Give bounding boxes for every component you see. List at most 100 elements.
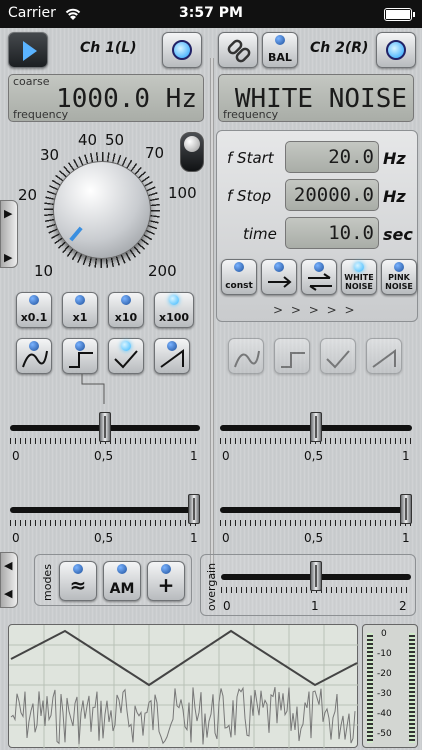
- frequency-knob[interactable]: [44, 152, 160, 268]
- scope-noise-trace: [10, 686, 356, 745]
- bottom-side-scroll[interactable]: ◀ ◀: [0, 552, 18, 608]
- toggle-thumb: [184, 136, 200, 152]
- ch2-wave-sine-button[interactable]: [228, 338, 264, 374]
- mode-am-button[interactable]: AM: [103, 561, 141, 601]
- mode-add-button[interactable]: +: [147, 561, 185, 601]
- overgain-scale-2: 2: [399, 599, 407, 613]
- f-stop-unit: Hz: [383, 187, 406, 206]
- balance-button[interactable]: BAL: [262, 32, 298, 68]
- ch2-s1-scale-1: 1: [402, 449, 410, 463]
- meter-0: 0: [381, 629, 387, 639]
- wave-sine-button[interactable]: [16, 338, 52, 374]
- ch1-frequency-display[interactable]: coarse 1000.0 Hz frequency: [8, 74, 204, 122]
- time-label: time: [243, 225, 277, 243]
- led-on-icon: [354, 262, 364, 272]
- link-channels-button[interactable]: [218, 32, 258, 68]
- time-field[interactable]: 10.0: [285, 217, 379, 249]
- knob-scale-70: 70: [145, 144, 165, 162]
- slider-thumb[interactable]: [188, 494, 200, 524]
- overgain-scale-0: 0: [223, 599, 231, 613]
- slider-thumb[interactable]: [310, 561, 322, 591]
- ch2-lcd-bottom-label: frequency: [223, 108, 279, 121]
- meter-40: -40: [377, 709, 392, 719]
- battery-icon: [384, 8, 415, 21]
- channel-divider: [210, 58, 214, 578]
- overgain-label: overgain: [205, 562, 218, 611]
- ch2-wave-square-button[interactable]: [274, 338, 310, 374]
- knob-cap: [53, 161, 151, 259]
- f-start-label: f Start: [227, 149, 274, 167]
- ch2-slider-2[interactable]: [220, 494, 412, 528]
- f-start-unit: Hz: [383, 149, 406, 168]
- multiplier-x100-button[interactable]: x100: [154, 292, 194, 328]
- pink-noise-button[interactable]: PINK NOISE: [381, 259, 417, 295]
- multiplier-x0.1-button[interactable]: x0.1: [16, 292, 52, 328]
- arrow-left-icon: ◀: [4, 559, 13, 572]
- sawtooth-wave-icon: [160, 349, 184, 368]
- knob-scale-100: 100: [168, 184, 197, 202]
- led-icon: [121, 295, 131, 305]
- f-stop-field[interactable]: 20000.0: [285, 179, 379, 211]
- ch2-signal-display[interactable]: WHITE NOISE frequency: [218, 74, 414, 122]
- wave-square-button[interactable]: [62, 338, 98, 374]
- ch2-output-button[interactable]: [376, 32, 416, 68]
- wave-sawtooth-button[interactable]: [154, 338, 190, 374]
- led-on-icon: [169, 295, 179, 305]
- sine-wave-icon: [22, 350, 48, 368]
- ch1-lcd-bottom-label: frequency: [13, 108, 69, 121]
- ch2-s2-scale-1: 1: [402, 531, 410, 545]
- ch2-wave-triangle-button[interactable]: [320, 338, 356, 374]
- play-ch1-button[interactable]: [8, 32, 48, 68]
- knob-scale-40: 40: [78, 131, 98, 149]
- multiplier-x1-button[interactable]: x1: [62, 292, 98, 328]
- sweep-updown-arrow-icon: [308, 273, 332, 291]
- sweep-arrows: > > > > >: [273, 303, 357, 317]
- triangle-wave-icon: [326, 350, 350, 369]
- ch1-lcd-value: 1000.0 Hz: [56, 84, 197, 114]
- sawtooth-wave-icon: [372, 349, 396, 368]
- mode-mix-button[interactable]: ≈: [59, 561, 97, 601]
- sweep-up-button[interactable]: [261, 259, 297, 295]
- wave-triangle-button[interactable]: [108, 338, 144, 374]
- meter-10: -10: [377, 649, 392, 659]
- ch1-slider-2[interactable]: [10, 494, 200, 528]
- sweep-updown-button[interactable]: [301, 259, 337, 295]
- meter-50: -50: [377, 729, 392, 739]
- led-icon: [234, 262, 244, 272]
- led-icon: [75, 295, 85, 305]
- slider-thumb[interactable]: [310, 412, 322, 442]
- f-start-field[interactable]: 20.0: [285, 141, 379, 173]
- ch1-slider-1[interactable]: [10, 412, 200, 446]
- ch2-slider-1[interactable]: [220, 412, 412, 446]
- slider-track: [10, 507, 200, 513]
- white-noise-button[interactable]: WHITE NOISE: [341, 259, 377, 295]
- ch1-output-led-icon: [172, 40, 192, 60]
- time-unit: sec: [383, 225, 413, 244]
- triangle-wave-icon: [114, 350, 138, 369]
- ch1-s1-scale-0: 0: [12, 449, 20, 463]
- slider-thumb[interactable]: [400, 494, 412, 524]
- square-wave-icon: [69, 352, 93, 368]
- ch1-s2-scale-0: 0: [12, 531, 20, 545]
- knob-scale-50: 50: [105, 131, 125, 149]
- slider-thumb[interactable]: [99, 412, 111, 442]
- sweep-const-button[interactable]: const: [221, 259, 257, 295]
- modes-label: modes: [41, 564, 54, 601]
- overgain-slider[interactable]: [221, 561, 411, 595]
- led-icon: [117, 564, 127, 574]
- arrow-left-icon-2: ◀: [4, 587, 13, 600]
- ch2-wave-sawtooth-button[interactable]: [366, 338, 402, 374]
- ch1-side-scroll[interactable]: ▶ ▶: [0, 200, 18, 268]
- ch1-output-button[interactable]: [162, 32, 202, 68]
- led-icon: [394, 262, 404, 272]
- ch1-s1-scale-mid: 0,5: [94, 449, 114, 463]
- oscilloscope-display: [8, 624, 359, 749]
- ch1-label: Ch 1(L): [80, 40, 137, 56]
- arrow-right-icon: ▶: [4, 207, 13, 220]
- knob-scale-200: 200: [148, 262, 177, 280]
- coarse-fine-toggle[interactable]: [180, 132, 204, 172]
- square-wave-icon: [281, 352, 305, 368]
- ch1-s2-scale-mid: 0,5: [94, 531, 114, 545]
- multiplier-x10-button[interactable]: x10: [108, 292, 144, 328]
- knob-scale-20: 20: [18, 186, 38, 204]
